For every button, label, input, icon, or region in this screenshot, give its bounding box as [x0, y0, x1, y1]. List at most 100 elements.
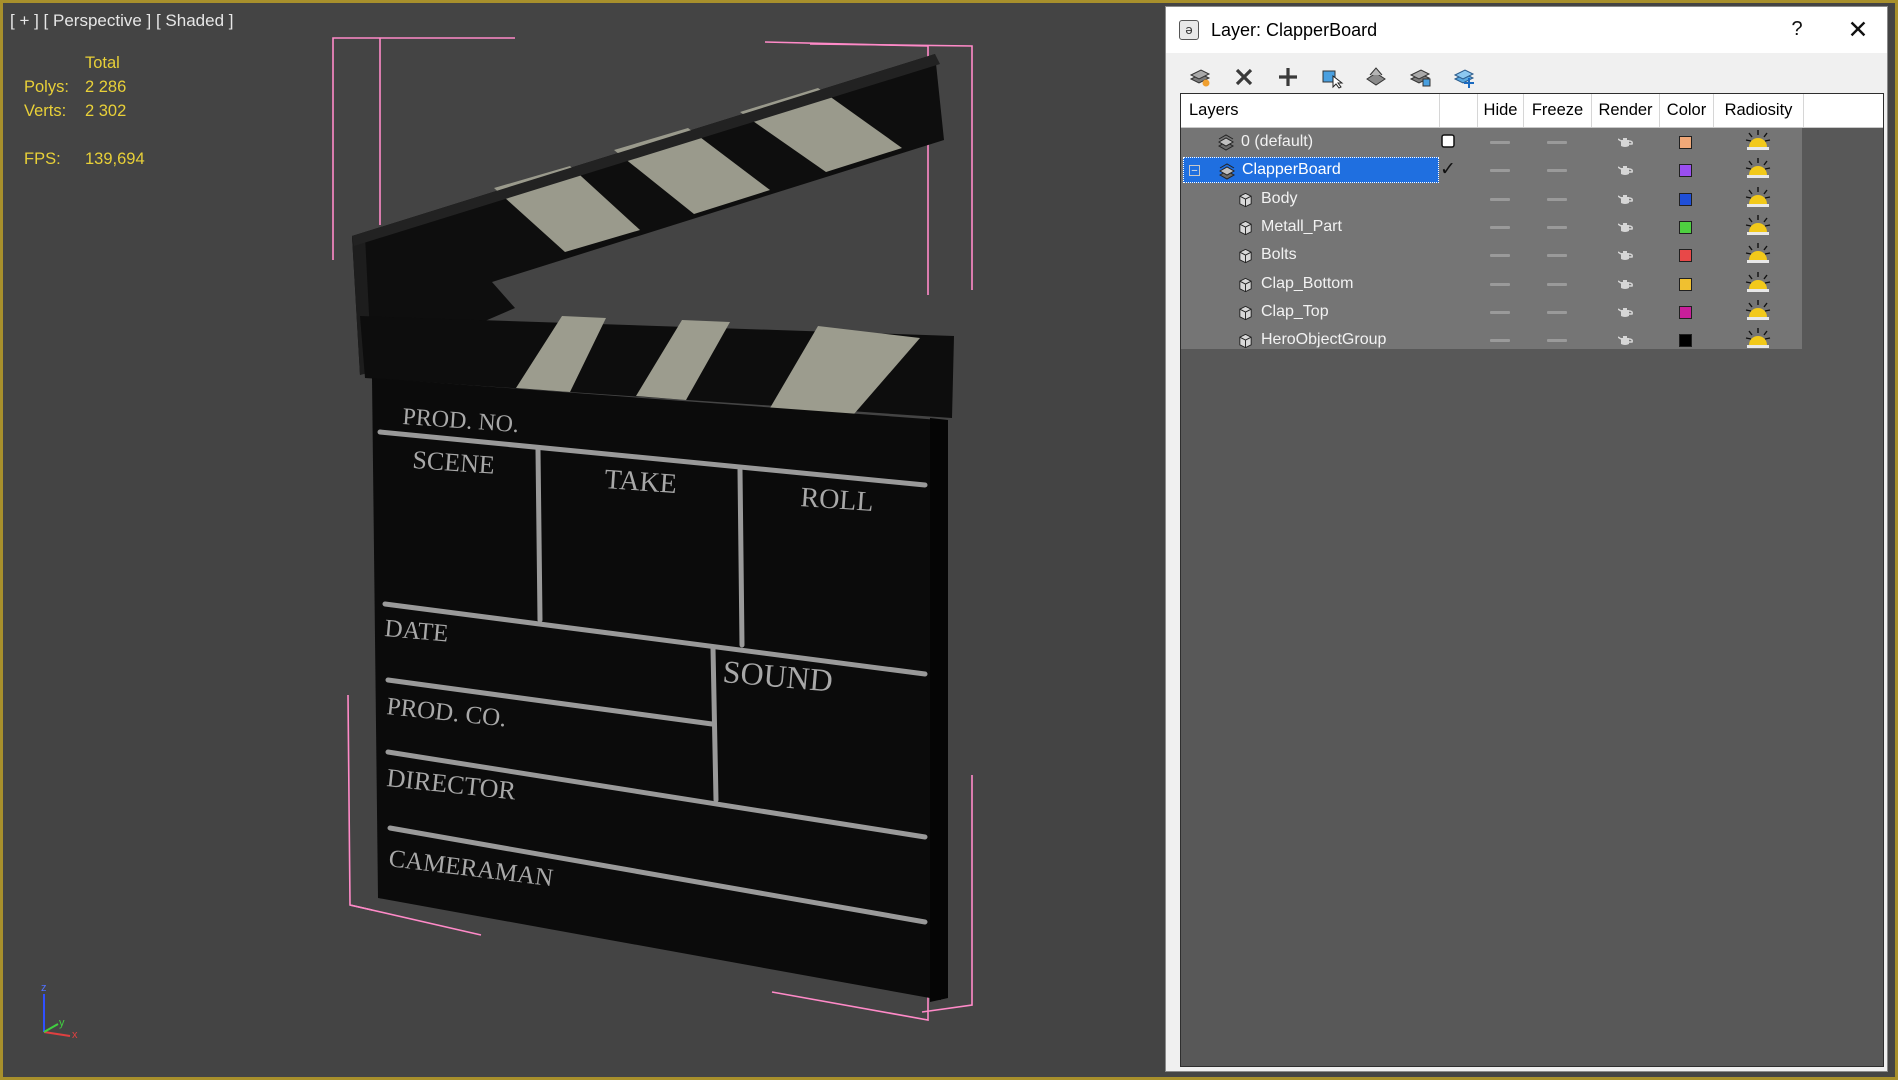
plus-icon: [1279, 68, 1297, 86]
object-cube-icon: [1237, 247, 1254, 265]
label-roll: ROLL: [800, 482, 875, 518]
hide-toggle[interactable]: [1490, 197, 1510, 201]
axis-x-label: x: [72, 1029, 78, 1040]
row-label: 0 (default): [1241, 133, 1314, 150]
active-layer-checkmark-icon[interactable]: ✓: [1439, 160, 1457, 179]
column-header-layers[interactable]: Layers: [1181, 94, 1439, 127]
row-label: Clap_Top: [1261, 302, 1329, 320]
render-teapot-icon[interactable]: [1617, 192, 1634, 206]
render-teapot-icon[interactable]: [1617, 305, 1634, 319]
hide-toggle[interactable]: [1490, 339, 1510, 343]
render-teapot-icon[interactable]: [1617, 277, 1634, 291]
hide-layers-button[interactable]: [1406, 63, 1434, 91]
layer-color-swatch[interactable]: [1679, 164, 1692, 178]
row-label: HeroObjectGroup: [1261, 331, 1387, 349]
layer-stack-icon: [1218, 163, 1236, 181]
radiosity-sun-icon[interactable]: [1744, 271, 1772, 297]
freeze-toggle[interactable]: [1547, 282, 1567, 286]
object-row[interactable]: HeroObjectGroup: [1181, 326, 1802, 354]
freeze-toggle[interactable]: [1547, 225, 1567, 229]
row-label: Metall_Part: [1261, 217, 1342, 235]
render-teapot-icon[interactable]: [1617, 220, 1634, 234]
column-header-color[interactable]: Color: [1659, 94, 1713, 127]
layer-color-swatch[interactable]: [1679, 334, 1692, 348]
object-row[interactable]: Metall_Part: [1181, 213, 1802, 241]
hide-toggle[interactable]: [1490, 282, 1510, 286]
radiosity-sun-icon[interactable]: [1744, 327, 1772, 353]
row-label: Body: [1261, 189, 1298, 207]
render-teapot-icon[interactable]: [1617, 333, 1634, 347]
freeze-layers-button[interactable]: [1450, 63, 1478, 91]
layer-toolbar: [1166, 53, 1887, 97]
axis-tripod-icon: z x y: [41, 982, 78, 1040]
column-header-row: Layers Hide Freeze Render Color Radiosit…: [1181, 94, 1883, 128]
row-name-cell[interactable]: Bolts: [1183, 242, 1439, 268]
radiosity-sun-icon[interactable]: [1744, 214, 1772, 240]
row-name-cell[interactable]: Clap_Bottom: [1183, 271, 1439, 297]
layers-tree-list[interactable]: Layers Hide Freeze Render Color Radiosit…: [1180, 93, 1884, 1067]
hide-toggle[interactable]: [1490, 169, 1510, 173]
dialog-title-bar[interactable]: ǝ Layer: ClapperBoard ? ✕: [1166, 7, 1887, 53]
layer-color-swatch[interactable]: [1679, 220, 1692, 234]
radiosity-sun-icon[interactable]: [1744, 186, 1772, 212]
row-name-cell[interactable]: HeroObjectGroup: [1183, 327, 1439, 353]
delete-x-icon: [1235, 68, 1253, 86]
freeze-toggle[interactable]: [1547, 141, 1567, 144]
layer-row[interactable]: − ClapperBoard ✓: [1181, 156, 1802, 184]
create-layer-button[interactable]: [1186, 63, 1214, 91]
radiosity-sun-icon[interactable]: [1744, 299, 1772, 325]
layer-rows: 0 (default) − ClapperBoard ✓ Body Metall_Part…: [1181, 128, 1802, 349]
freeze-toggle[interactable]: [1547, 310, 1567, 314]
object-row[interactable]: Bolts: [1181, 241, 1802, 269]
layer-color-swatch[interactable]: [1679, 277, 1692, 291]
select-objects-button[interactable]: [1318, 63, 1346, 91]
app-logo-icon: ǝ: [1179, 20, 1199, 40]
object-row[interactable]: Body: [1181, 185, 1802, 213]
object-cube-icon: [1237, 276, 1254, 294]
radiosity-sun-icon[interactable]: [1744, 129, 1772, 155]
delete-layer-button[interactable]: [1230, 63, 1258, 91]
column-header-radiosity[interactable]: Radiosity: [1713, 94, 1803, 127]
hide-layers-icon: [1409, 69, 1431, 87]
layer-color-swatch[interactable]: [1679, 305, 1692, 319]
freeze-toggle[interactable]: [1547, 339, 1567, 343]
row-name-cell[interactable]: Metall_Part: [1183, 214, 1439, 240]
collapse-toggle-icon[interactable]: −: [1189, 165, 1200, 177]
layer-color-swatch[interactable]: [1679, 192, 1692, 206]
object-cube-icon: [1237, 304, 1254, 322]
freeze-toggle[interactable]: [1547, 169, 1567, 173]
hide-toggle[interactable]: [1490, 141, 1510, 144]
row-name-cell[interactable]: Clap_Top: [1183, 299, 1439, 325]
radiosity-sun-icon[interactable]: [1744, 242, 1772, 268]
layer-color-swatch[interactable]: [1679, 249, 1692, 263]
column-header-hide[interactable]: Hide: [1477, 94, 1523, 127]
column-header-freeze[interactable]: Freeze: [1523, 94, 1591, 127]
object-row[interactable]: Clap_Bottom: [1181, 270, 1802, 298]
render-teapot-icon[interactable]: [1617, 135, 1634, 149]
row-name-cell[interactable]: − ClapperBoard: [1183, 157, 1439, 184]
help-button[interactable]: ?: [1784, 18, 1810, 41]
highlight-layer-button[interactable]: [1362, 63, 1390, 91]
layer-color-swatch[interactable]: [1679, 136, 1692, 149]
object-row[interactable]: Clap_Top: [1181, 298, 1802, 326]
row-name-cell[interactable]: 0 (default): [1183, 129, 1439, 155]
object-cube-icon: [1237, 191, 1254, 209]
render-teapot-icon[interactable]: [1617, 248, 1634, 262]
radiosity-sun-icon[interactable]: [1744, 157, 1772, 183]
column-header-active[interactable]: [1439, 94, 1477, 127]
layer-row[interactable]: 0 (default): [1181, 128, 1802, 156]
set-active-layer-checkbox[interactable]: [1439, 133, 1457, 151]
layer-explorer-dialog[interactable]: ǝ Layer: ClapperBoard ? ✕ Layers Hide Fr…: [1165, 6, 1888, 1072]
clapperboard-3d-model[interactable]: PROD. NO. SCENE TAKE ROLL DATE SOUND PRO…: [0, 0, 1160, 1080]
freeze-toggle[interactable]: [1547, 254, 1567, 258]
freeze-toggle[interactable]: [1547, 197, 1567, 201]
column-header-render[interactable]: Render: [1591, 94, 1659, 127]
hide-toggle[interactable]: [1490, 254, 1510, 258]
hide-toggle[interactable]: [1490, 225, 1510, 229]
render-teapot-icon[interactable]: [1617, 163, 1634, 177]
add-to-layer-button[interactable]: [1274, 63, 1302, 91]
row-name-cell[interactable]: Body: [1183, 186, 1439, 212]
close-button[interactable]: ✕: [1843, 15, 1873, 45]
label-date: DATE: [383, 615, 449, 647]
hide-toggle[interactable]: [1490, 310, 1510, 314]
